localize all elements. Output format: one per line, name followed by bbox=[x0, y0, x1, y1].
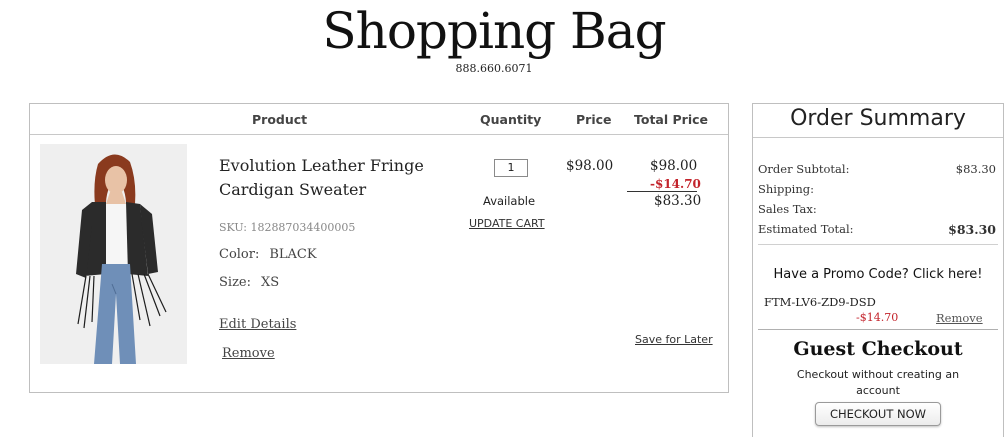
quantity-input[interactable]: 1 bbox=[494, 159, 528, 177]
summary-value: $83.30 bbox=[955, 162, 996, 176]
order-summary-title: Order Summary bbox=[790, 106, 966, 131]
promo-code-link[interactable]: Have a Promo Code? Click here! bbox=[753, 267, 1003, 282]
summary-divider bbox=[758, 329, 998, 330]
column-header-product: Product bbox=[252, 112, 308, 127]
summary-value: $83.30 bbox=[948, 222, 996, 237]
product-image[interactable] bbox=[40, 144, 187, 364]
column-header-quantity: Quantity bbox=[480, 112, 542, 127]
size-value: XS bbox=[261, 275, 280, 290]
summary-divider bbox=[753, 137, 1003, 138]
remove-item-link[interactable]: Remove bbox=[222, 346, 275, 361]
product-color: Color: BLACK bbox=[219, 247, 317, 262]
column-header-price: Price bbox=[576, 112, 612, 127]
size-label: Size: bbox=[219, 275, 251, 290]
guest-checkout-title: Guest Checkout bbox=[793, 338, 963, 360]
save-for-later-link[interactable]: Save for Later bbox=[635, 333, 713, 346]
remove-promo-link[interactable]: Remove bbox=[936, 311, 983, 325]
total-price-original: $98.00 bbox=[650, 158, 698, 174]
summary-label: Estimated Total: bbox=[758, 222, 854, 236]
applied-promo-code: FTM-LV6-ZD9-DSD bbox=[764, 295, 876, 309]
summary-label: Sales Tax: bbox=[758, 202, 817, 216]
guest-checkout-description: Checkout without creating an account bbox=[796, 368, 960, 397]
unit-price: $98.00 bbox=[566, 158, 614, 174]
update-cart-link[interactable]: UPDATE CART bbox=[469, 217, 545, 230]
total-price-discount: -$14.70 bbox=[650, 177, 701, 191]
color-label: Color: bbox=[219, 247, 260, 262]
page-title: Shopping Bag bbox=[322, 2, 666, 60]
phone-number: 888.660.6071 bbox=[455, 62, 533, 75]
cart-panel: Product Quantity Price Total Price Evolu… bbox=[29, 103, 729, 393]
summary-label: Order Subtotal: bbox=[758, 162, 850, 176]
summary-divider bbox=[758, 244, 998, 245]
cart-header: Product Quantity Price Total Price bbox=[30, 104, 728, 135]
availability-status: Available bbox=[483, 194, 536, 208]
column-header-total-price: Total Price bbox=[634, 112, 708, 127]
color-value: BLACK bbox=[269, 247, 317, 262]
product-sku: SKU: 182887034400005 bbox=[219, 221, 356, 234]
product-name[interactable]: Evolution Leather Fringe Cardigan Sweate… bbox=[219, 154, 449, 202]
product-size: Size: XS bbox=[219, 275, 279, 290]
total-price-final: $83.30 bbox=[654, 193, 702, 209]
promo-discount-amount: -$14.70 bbox=[856, 311, 899, 324]
order-summary-panel: Order Summary Order Subtotal: $83.30 Shi… bbox=[752, 103, 1004, 437]
checkout-now-button[interactable]: CHECKOUT NOW bbox=[815, 402, 941, 426]
total-divider bbox=[627, 191, 697, 192]
edit-details-link[interactable]: Edit Details bbox=[219, 317, 296, 332]
summary-label: Shipping: bbox=[758, 182, 815, 196]
